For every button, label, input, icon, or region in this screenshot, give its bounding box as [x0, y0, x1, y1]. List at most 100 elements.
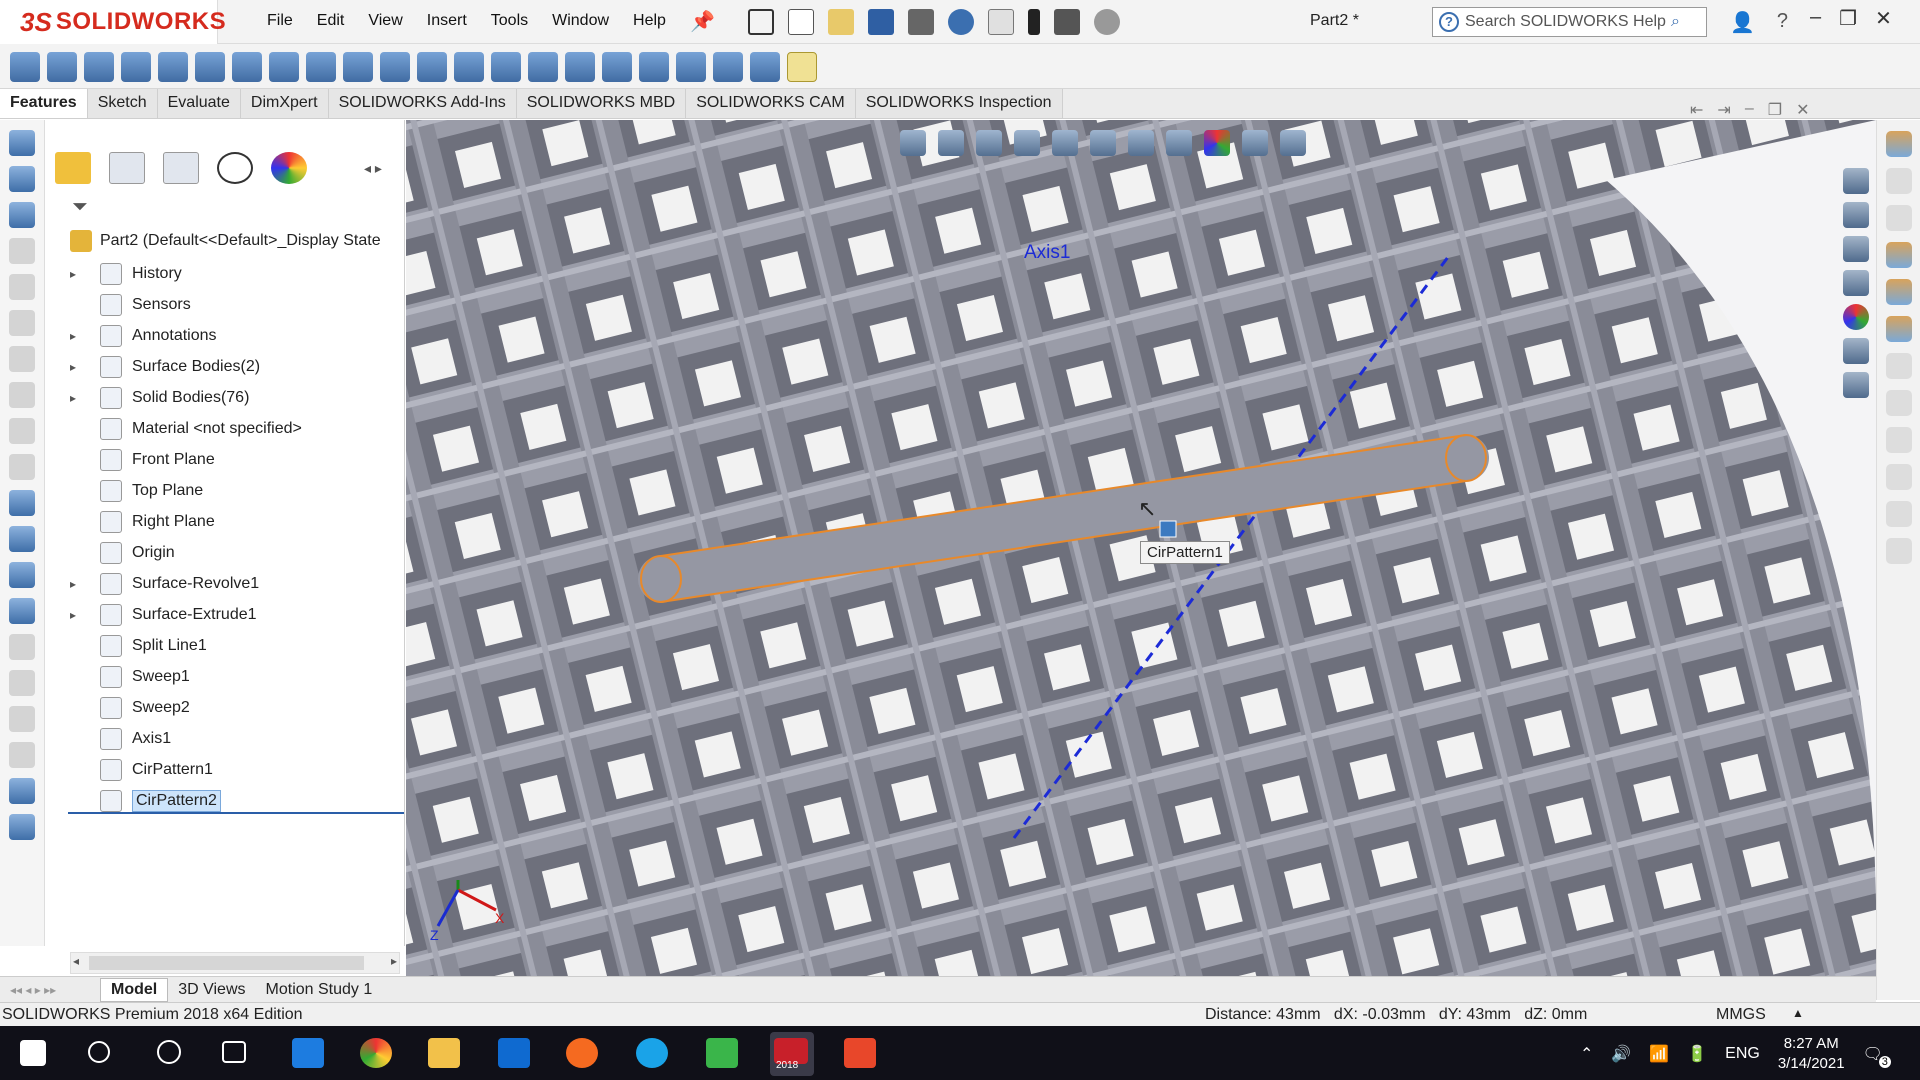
minimize-icon[interactable]: – — [1810, 6, 1821, 31]
filter-icon[interactable]: ⏷ — [72, 196, 88, 219]
horizontal-scrollbar[interactable]: ◂ ▸ — [70, 952, 400, 974]
tab-mbd[interactable]: SOLIDWORKS MBD — [516, 89, 687, 118]
boundary-cut-icon[interactable] — [380, 52, 410, 82]
curves-icon[interactable] — [750, 52, 780, 82]
rib-icon[interactable] — [491, 52, 521, 82]
search-icon[interactable]: ⌕ — [1671, 13, 1680, 31]
expand-arrow-icon[interactable]: ▸ — [70, 391, 84, 405]
cortana-icon[interactable] — [157, 1040, 181, 1064]
display-style-icon[interactable] — [1128, 130, 1154, 156]
tree-item[interactable]: Front Plane — [70, 444, 302, 475]
tree-item[interactable]: Material <not specified> — [70, 413, 302, 444]
save-icon[interactable] — [868, 9, 894, 35]
tab-motion-study[interactable]: Motion Study 1 — [256, 981, 383, 999]
new-document-icon[interactable] — [788, 9, 814, 35]
display-manager-tab-icon[interactable] — [271, 152, 307, 184]
gear-icon[interactable] — [1094, 9, 1120, 35]
tree-item[interactable]: ▸ History — [70, 258, 302, 289]
apply-scene-icon[interactable] — [1242, 130, 1268, 156]
expand-arrow-icon[interactable]: ▸ — [70, 267, 84, 281]
revolved-boss-icon[interactable] — [47, 52, 77, 82]
tray-chevron-icon[interactable]: ⌃ — [1580, 1044, 1593, 1064]
home-view-icon[interactable] — [1843, 168, 1869, 194]
tree-item[interactable]: Top Plane — [70, 475, 302, 506]
select-cursor-icon[interactable] — [988, 9, 1014, 35]
cut-with-surface-icon[interactable] — [9, 562, 35, 588]
lofted-cut-icon[interactable] — [343, 52, 373, 82]
pane-item-9-icon[interactable] — [1885, 427, 1912, 453]
replace-face-icon[interactable] — [9, 742, 35, 768]
view-settings-icon[interactable] — [1280, 130, 1306, 156]
tab-scroll-arrows[interactable]: ◂ ▸ — [364, 160, 382, 177]
pane-item-8-icon[interactable] — [1885, 390, 1912, 416]
restore-icon[interactable]: ❐ — [1839, 6, 1857, 31]
file-explorer-pane-icon[interactable] — [1885, 205, 1912, 231]
zoom-to-area-icon[interactable] — [938, 130, 964, 156]
store-icon[interactable] — [498, 1038, 530, 1068]
skype-icon[interactable] — [636, 1038, 668, 1068]
folder-view-icon[interactable] — [1843, 236, 1869, 262]
design-library-icon[interactable] — [1885, 168, 1912, 194]
flatten-icon[interactable] — [9, 778, 35, 804]
feature-tree-tab-icon[interactable] — [55, 152, 91, 184]
close-icon[interactable]: ✕ — [1875, 6, 1892, 31]
view-palette-icon[interactable] — [1885, 242, 1912, 268]
firefox-icon[interactable] — [566, 1038, 598, 1068]
loft-surface-icon[interactable] — [9, 310, 35, 336]
viewport-close-icon[interactable]: ✕ — [1796, 100, 1809, 120]
instant3d-icon[interactable] — [787, 52, 817, 82]
menu-edit[interactable]: Edit — [305, 12, 357, 30]
rebuild-traffic-light-icon[interactable] — [1028, 9, 1040, 35]
hide-show-items-icon[interactable] — [1166, 130, 1192, 156]
menu-file[interactable]: File — [255, 12, 305, 30]
tree-item[interactable]: Sensors — [70, 289, 302, 320]
untrim-surface-icon[interactable] — [9, 634, 35, 660]
battery-icon[interactable]: 🔋 — [1687, 1044, 1707, 1064]
search-input[interactable]: ? Search SOLIDWORKS Help ⌕ — [1432, 7, 1707, 37]
tree-item[interactable]: Split Line1 — [70, 630, 302, 661]
surface-icon[interactable] — [9, 166, 35, 192]
custom-properties-icon[interactable] — [1843, 338, 1869, 364]
tree-item[interactable]: Sweep2 — [70, 692, 302, 723]
hole-wizard-icon[interactable] — [232, 52, 262, 82]
selection-handle[interactable] — [1159, 520, 1177, 538]
solidworks-logo[interactable]: 3S SOLIDWORKS — [0, 0, 226, 44]
viewport-next-icon[interactable]: ⇥ — [1717, 100, 1730, 120]
solidworks-resources-icon[interactable] — [1885, 131, 1912, 157]
expand-arrow-icon[interactable]: ▸ — [70, 360, 84, 374]
chrome-icon[interactable] — [360, 1038, 392, 1068]
file-explorer-icon[interactable] — [1843, 270, 1869, 296]
tree-item[interactable]: ▸ Surface Bodies(2) — [70, 351, 302, 382]
notification-icon[interactable]: 🗨 3 — [1863, 1044, 1891, 1068]
intersect-icon[interactable] — [639, 52, 669, 82]
tree-item[interactable]: Right Plane — [70, 506, 302, 537]
pane-item-11-icon[interactable] — [1885, 501, 1912, 527]
menu-insert[interactable]: Insert — [415, 12, 479, 30]
tree-item[interactable]: ▸ Annotations — [70, 320, 302, 351]
clock[interactable]: 8:27 AM 3/14/2021 — [1778, 1034, 1845, 1074]
midsurface-icon[interactable] — [9, 814, 35, 840]
zoom-to-fit-icon[interactable] — [900, 130, 926, 156]
pin-icon[interactable]: 📌 — [690, 9, 715, 34]
scroll-right-icon[interactable]: ▸ — [391, 954, 397, 968]
viewport-restore-icon[interactable]: ❐ — [1768, 100, 1782, 120]
lofted-boss-icon[interactable] — [121, 52, 151, 82]
unit-chevron-icon[interactable]: ▲ — [1792, 1006, 1804, 1020]
tab-dimxpert[interactable]: DimXpert — [240, 89, 329, 118]
tree-item[interactable]: ▸ Surface-Extrude1 — [70, 599, 302, 630]
fillet-icon[interactable] — [417, 52, 447, 82]
tree-item[interactable]: ▸ Solid Bodies(76) — [70, 382, 302, 413]
menu-help[interactable]: Help — [621, 12, 678, 30]
forum-pane-icon[interactable] — [1885, 353, 1912, 379]
home-icon[interactable] — [748, 9, 774, 35]
tree-root-part[interactable]: Part2 (Default<<Default>_Display State — [70, 230, 381, 252]
tab-features[interactable]: Features — [0, 89, 88, 118]
camtasia-recorder-icon[interactable] — [844, 1038, 876, 1068]
extruded-surface-icon[interactable] — [9, 202, 35, 228]
scrollbar-thumb[interactable] — [89, 956, 364, 970]
knit-surface-icon[interactable] — [9, 490, 35, 516]
viewport-prev-icon[interactable]: ⇤ — [1690, 100, 1703, 120]
mirror-icon[interactable] — [676, 52, 706, 82]
dynamic-annotation-icon[interactable] — [1052, 130, 1078, 156]
unit-system[interactable]: MMGS — [1716, 1006, 1766, 1024]
